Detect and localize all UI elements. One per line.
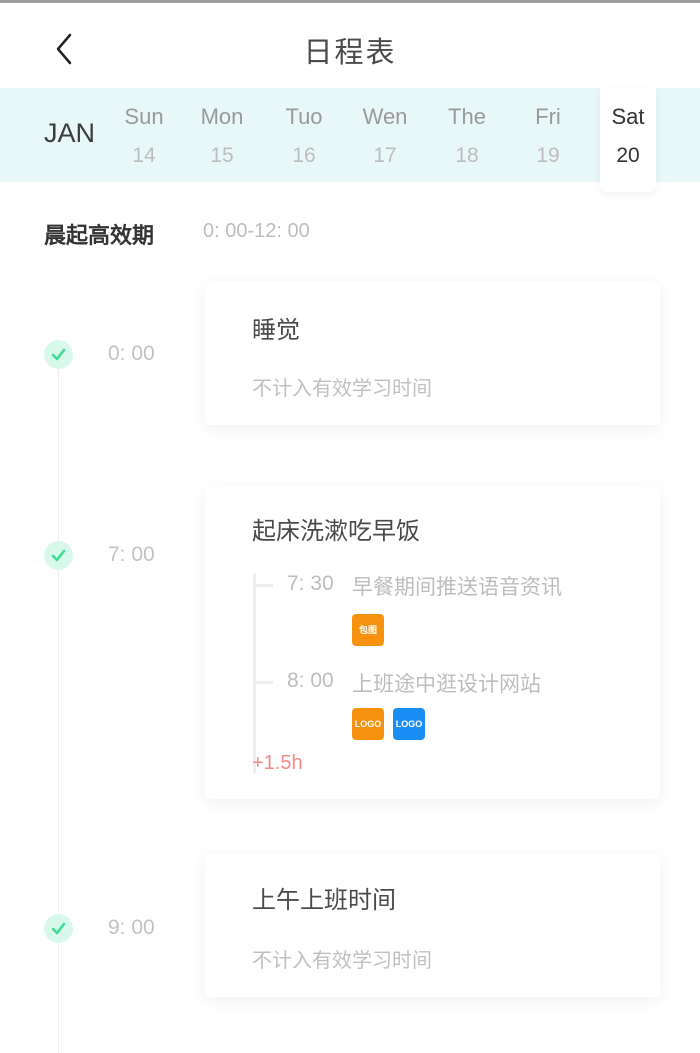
subitem-time: 8: 00: [287, 669, 334, 692]
header: 日程表: [0, 3, 700, 88]
check-icon: [51, 922, 66, 935]
card-title: 上午上班时间: [252, 886, 396, 914]
month-label: JAN: [44, 118, 96, 148]
day-name: Fri: [535, 104, 561, 129]
time-label: 9: 00: [108, 916, 155, 939]
day-sat-selected[interactable]: Sat 20: [600, 88, 656, 192]
check-icon: [51, 549, 66, 562]
subitem-time: 7: 30: [287, 572, 334, 595]
app-tag-baotu[interactable]: 包图: [352, 614, 384, 646]
app-tag-logo-orange[interactable]: LOGO: [352, 708, 384, 740]
subitem-text: 早餐期间推送语音资讯: [352, 575, 562, 599]
timeline-line: [58, 366, 59, 1053]
section-title: 晨起高效期: [44, 224, 155, 249]
day-date: 16: [292, 144, 316, 167]
day-name: Sat: [611, 104, 645, 129]
day-name: The: [448, 104, 486, 129]
day-date: 14: [132, 144, 156, 167]
day-name: Sun: [124, 104, 164, 129]
section-time-range: 0: 00-12: 00: [203, 220, 310, 242]
schedule-card-work[interactable]: 上午上班时间 不计入有效学习时间: [205, 854, 660, 997]
app-tag-logo-blue[interactable]: LOGO: [393, 708, 425, 740]
day-wed[interactable]: Wen 17: [355, 88, 415, 182]
time-label: 7: 00: [108, 543, 155, 566]
subitem-line: [253, 573, 256, 773]
day-thu[interactable]: The 18: [437, 88, 497, 182]
week-selector: JAN Sun 14 Mon 15 Tuo 16 Wen 17 The 18 F…: [0, 88, 700, 192]
day-date: 15: [210, 144, 234, 167]
card-subtitle: 不计入有效学习时间: [252, 948, 432, 972]
time-label: 0: 00: [108, 342, 155, 365]
extra-duration: +1.5h: [252, 752, 303, 774]
subitem-branch: [253, 681, 273, 684]
subitem-branch: [253, 584, 273, 587]
check-icon: [51, 348, 66, 361]
day-date: 20: [616, 144, 640, 167]
schedule-card-breakfast[interactable]: 起床洗漱吃早饭 7: 30 早餐期间推送语音资讯 包图 8: 00 上班途中逛设…: [205, 487, 660, 799]
status-dot: [44, 541, 73, 570]
day-sun[interactable]: Sun 14: [114, 88, 174, 182]
status-dot: [44, 340, 73, 369]
day-date: 19: [536, 144, 560, 167]
day-name: Mon: [200, 104, 244, 129]
page-title: 日程表: [303, 35, 397, 69]
day-fri[interactable]: Fri 19: [518, 88, 578, 182]
day-tue[interactable]: Tuo 16: [274, 88, 334, 182]
status-dot: [44, 914, 73, 943]
card-subtitle: 不计入有效学习时间: [252, 376, 432, 400]
day-name: Tuo: [285, 104, 323, 129]
schedule-card-sleep[interactable]: 睡觉 不计入有效学习时间: [205, 282, 660, 425]
day-mon[interactable]: Mon 15: [192, 88, 252, 182]
subitem-text: 上班途中逛设计网站: [352, 672, 541, 696]
card-title: 睡觉: [252, 316, 300, 344]
day-date: 18: [455, 144, 479, 167]
card-title: 起床洗漱吃早饭: [252, 517, 420, 545]
day-name: Wen: [362, 104, 408, 129]
day-date: 17: [373, 144, 397, 167]
